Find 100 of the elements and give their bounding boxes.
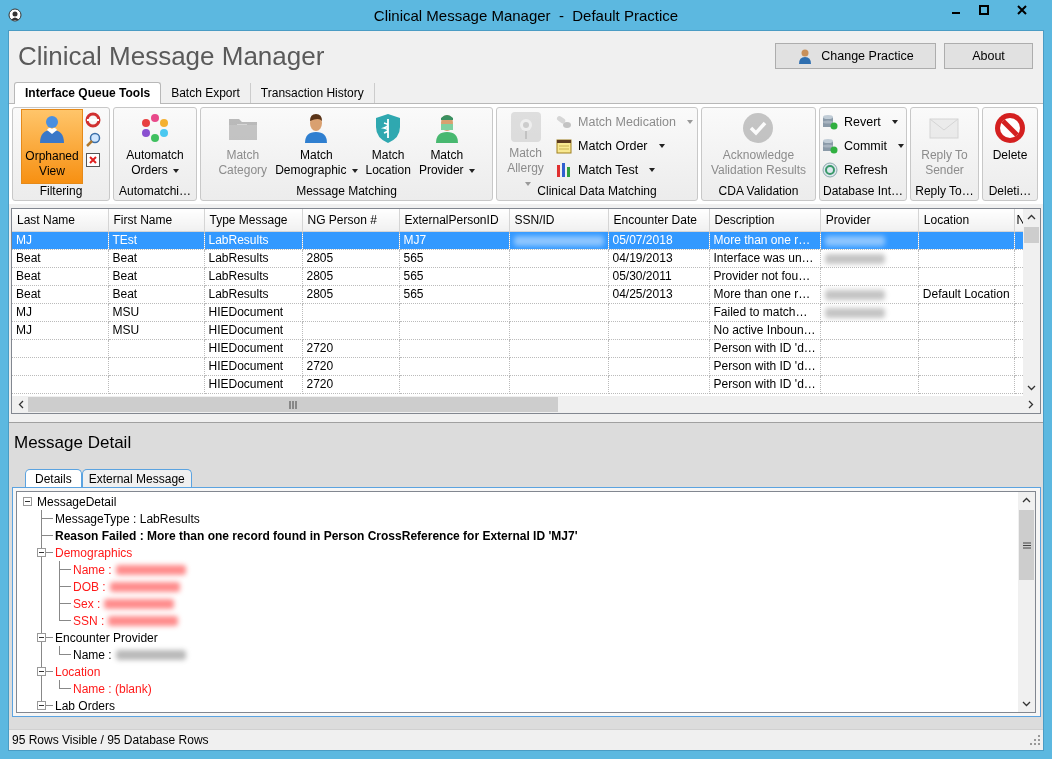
scroll-down-icon[interactable] (1027, 385, 1036, 391)
ribbon-button[interactable]: Refresh (819, 160, 907, 180)
collapse-toggle[interactable] (23, 497, 32, 506)
column-header[interactable]: Location (918, 209, 1015, 231)
collapse-toggle[interactable] (37, 633, 46, 642)
vertical-scrollbar[interactable] (1023, 209, 1040, 396)
caret-icon (898, 144, 905, 148)
about-button[interactable]: About (944, 43, 1033, 69)
vertical-scrollbar[interactable] (1018, 492, 1035, 712)
group-label: Clinical Data Matching (536, 184, 658, 200)
caret-icon (172, 168, 179, 173)
tree-line (59, 646, 71, 655)
column-header[interactable]: Last Name (12, 209, 108, 231)
table-cell: MJ (12, 231, 108, 249)
table-cell: 565 (399, 249, 509, 267)
table-cell: HIEDocument (204, 357, 302, 375)
group-label: Message Matching (295, 184, 398, 200)
table-cell: Beat (108, 285, 204, 303)
table-cell: No active Inboun… (709, 321, 821, 339)
ribbon-button[interactable]: Delete (989, 109, 1031, 184)
icon-button[interactable] (84, 112, 101, 128)
scroll-thumb[interactable] (28, 397, 558, 412)
ribbon-button[interactable]: Commit (819, 136, 907, 156)
tree-node[interactable]: Reason Failed : More than one record found in Person CrossReference for External ID 'MJ7' (55, 528, 578, 543)
column-header[interactable]: Provider (820, 209, 919, 231)
tree-node[interactable]: DOB : (73, 579, 106, 594)
collapse-toggle[interactable] (37, 548, 46, 557)
ribbon-tab[interactable]: Interface Queue Tools (14, 82, 162, 104)
tree-node[interactable]: Name : (73, 562, 112, 577)
app-icon[interactable] (8, 8, 22, 22)
tree-node[interactable]: Name : (73, 647, 112, 662)
column-header[interactable]: NG Person # (302, 209, 399, 231)
scroll-right-icon[interactable] (1028, 400, 1034, 409)
ribbon-button[interactable]: Revert (819, 112, 907, 132)
scroll-up-icon[interactable] (1027, 214, 1036, 220)
scroll-thumb[interactable] (1019, 510, 1034, 580)
table-cell: Beat (108, 267, 204, 285)
refresh-icon (821, 162, 838, 178)
detail-tab[interactable]: External Message (81, 469, 192, 487)
horizontal-scrollbar[interactable] (12, 396, 1040, 413)
table-cell: Default Location (918, 285, 1015, 303)
column-header[interactable]: ExternalPersonID (399, 209, 509, 231)
database-icon (821, 138, 838, 154)
table-cell: 2720 (302, 357, 399, 375)
collapse-toggle[interactable] (37, 701, 46, 710)
delete-box-icon (84, 152, 101, 168)
tree-node[interactable]: Demographics (55, 545, 133, 560)
scroll-up-icon[interactable] (1022, 497, 1031, 503)
collapse-toggle[interactable] (37, 667, 46, 676)
ribbon-button[interactable]: Match Test (554, 160, 695, 180)
resize-grip-icon[interactable] (1030, 735, 1040, 745)
caret-icon (525, 181, 531, 186)
tree-node[interactable]: Lab Orders (55, 698, 116, 712)
group-label: Filtering (38, 184, 84, 200)
tree-node[interactable]: SSN : (73, 613, 105, 628)
tree-node[interactable]: Location (55, 664, 101, 679)
table-cell: LabResults (204, 231, 302, 249)
table-cell: Failed to match… (709, 303, 821, 321)
ribbon-button[interactable]: Match Provider (415, 109, 478, 184)
table-cell: LabResults (204, 249, 302, 267)
table-cell: MJ7 (399, 231, 509, 249)
change-practice-button[interactable]: Change Practice (775, 43, 936, 69)
scroll-left-icon[interactable] (18, 400, 24, 409)
detail-tab[interactable]: Details (25, 469, 82, 487)
ribbon-tab[interactable]: Transaction History (250, 83, 375, 103)
table-cell: MSU (108, 303, 204, 321)
column-header[interactable]: Encounter Date (608, 209, 709, 231)
column-header[interactable]: First Name (108, 209, 204, 231)
ribbon-button[interactable]: Match Demographic (272, 109, 361, 184)
caret-icon (649, 168, 656, 172)
icon-button[interactable] (84, 132, 101, 148)
caret-icon (658, 144, 665, 148)
scroll-down-icon[interactable] (1022, 701, 1031, 707)
ribbon-button[interactable]: Match Order (554, 136, 695, 156)
scroll-thumb[interactable] (1024, 227, 1039, 243)
table-cell: MJ (12, 321, 108, 339)
ribbon-button[interactable]: Automatch Orders (123, 109, 187, 184)
icon-button[interactable] (84, 152, 101, 168)
table-cell: Beat (108, 249, 204, 267)
ribbon-button[interactable]: Match Location (362, 109, 414, 184)
ribbon-button[interactable]: Orphaned View (21, 109, 83, 184)
tree-line (59, 680, 71, 689)
column-header[interactable]: SSN/ID (509, 209, 608, 231)
group-label: Database Int… (821, 184, 904, 200)
tree-node[interactable]: MessageType : LabResults (55, 511, 200, 526)
check-circle-icon (742, 112, 775, 144)
group-label: Automatchi… (118, 184, 192, 200)
tree-node[interactable]: Encounter Provider (55, 630, 158, 645)
tree-node[interactable]: Name : (blank) (73, 681, 152, 696)
tree-node[interactable]: MessageDetail (37, 494, 117, 509)
table-cell: Beat (12, 267, 108, 285)
database-icon (821, 114, 838, 130)
column-header[interactable]: Type Message (204, 209, 302, 231)
table-cell: HIEDocument (204, 339, 302, 357)
ribbon-tab[interactable]: Batch Export (161, 83, 251, 103)
app-title: Clinical Message Manager (18, 40, 325, 72)
table-cell: LabResults (204, 267, 302, 285)
tree-node[interactable]: Sex : (73, 596, 101, 611)
table-cell: 04/19/2013 (608, 249, 709, 267)
column-header[interactable]: Description (709, 209, 821, 231)
